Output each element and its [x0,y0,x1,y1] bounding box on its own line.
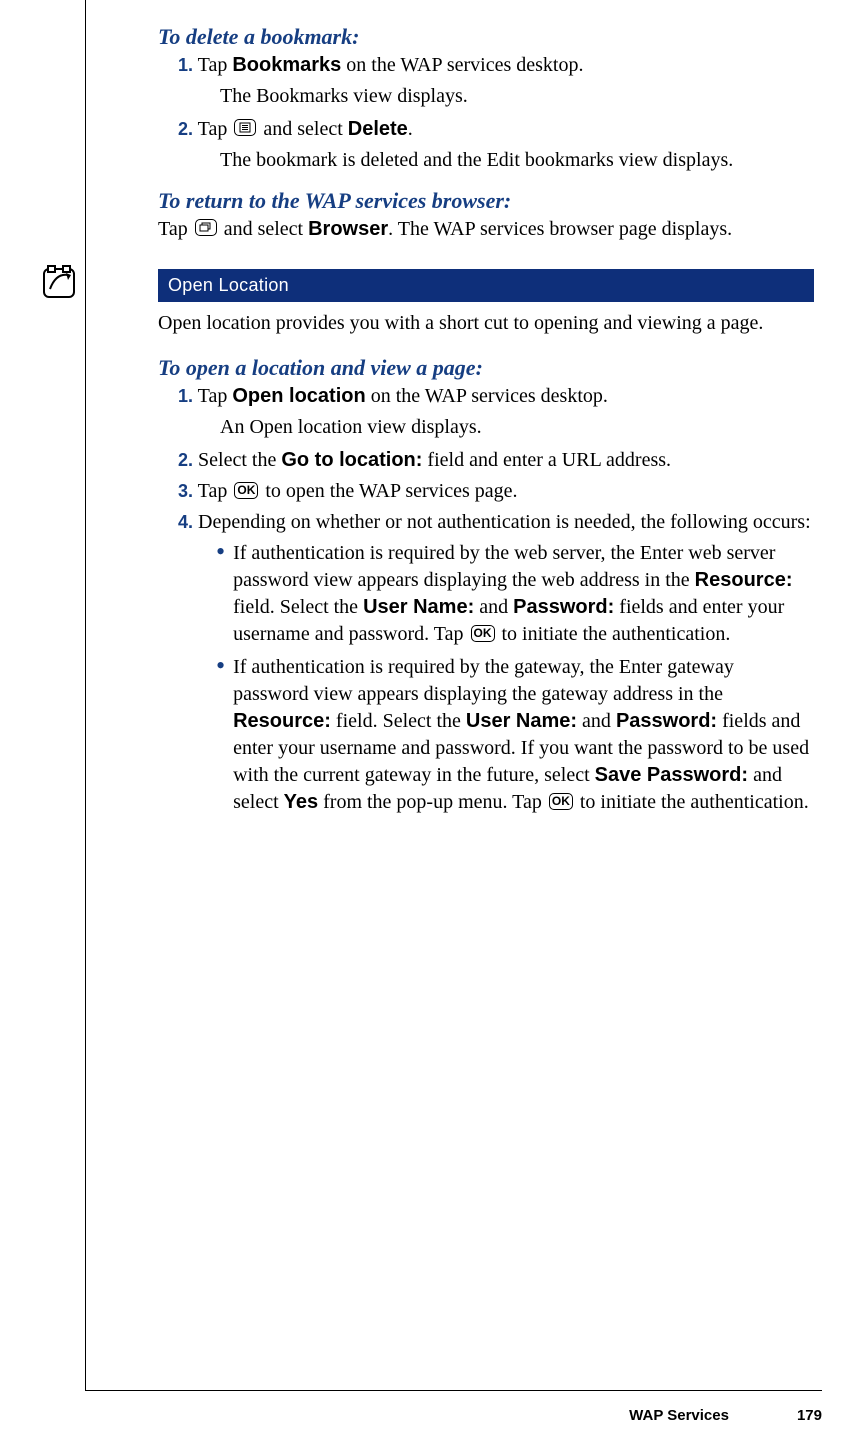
step-text: on the WAP services desktop. [341,54,583,76]
subheading-return-browser: To return to the WAP services browser: [158,188,814,214]
ok-button-icon: OK [471,625,495,642]
ui-label-goto-location: Go to location: [281,449,422,471]
step-number: 2. [178,450,193,470]
step-1: 1. Tap Bookmarks on the WAP services des… [178,52,814,79]
step-3: 3. Tap OK to open the WAP services page. [178,478,814,505]
text: Depending on whether or not authenticati… [193,511,811,533]
step-2-result: The bookmark is deleted and the Edit boo… [220,147,814,174]
bullet-web-server-auth: • If authentication is required by the w… [216,540,814,648]
page-footer: WAP Services 179 [629,1407,822,1424]
text: Tap [193,385,232,407]
bullet-gateway-auth: • If authentication is required by the g… [216,654,814,816]
ui-label-delete: Delete [348,118,408,140]
footer-chapter: WAP Services [629,1407,729,1424]
step-number: 1. [178,386,193,406]
section-heading-text: Open Location [168,275,289,295]
text: . The WAP services browser page displays… [388,218,732,240]
step-text: and select [258,118,347,140]
step-2: 2. Tap and select Delete. [178,116,814,143]
step-text: Tap [193,54,232,76]
step-1: 1. Tap Open location on the WAP services… [178,383,814,410]
subheading-delete-bookmark: To delete a bookmark: [158,24,814,50]
text: field. Select the [233,596,363,618]
ui-label-resource: Resource: [233,710,331,732]
footer-page-number: 179 [797,1407,822,1424]
note-margin-icon [40,263,82,305]
open-location-intro: Open location provides you with a short … [158,310,814,337]
return-browser-para: Tap and select Browser. The WAP services… [158,216,814,243]
step-number: 3. [178,481,193,501]
text: field and enter a URL address. [422,449,671,471]
ui-label-resource: Resource: [695,569,793,591]
ok-button-icon: OK [549,793,573,810]
page-content-frame: To delete a bookmark: 1. Tap Bookmarks o… [85,0,822,1391]
text: Tap [193,480,232,502]
subheading-open-location-steps: To open a location and view a page: [158,355,814,381]
ui-label-save-password: Save Password: [595,764,748,786]
bullet-icon: • [216,656,225,676]
step-4: 4. Depending on whether or not authentic… [178,509,814,536]
text: to initiate the authentication. [575,791,809,813]
step-text: Tap [193,118,232,140]
step-text: . [408,118,413,140]
menu-list-icon [234,119,256,136]
ui-label-password: Password: [616,710,717,732]
step-number: 2. [178,119,193,139]
step-2: 2. Select the Go to location: field and … [178,447,814,474]
text: from the pop-up menu. Tap [318,791,547,813]
ui-label-browser: Browser [308,218,388,240]
bullet-icon: • [216,542,225,562]
text: and [474,596,513,618]
step-number: 1. [178,55,193,75]
text: to open the WAP services page. [260,480,517,502]
section-heading-open-location: Open Location [158,269,814,302]
ui-label-username: User Name: [466,710,577,732]
ok-button-icon: OK [234,482,258,499]
text: to initiate the authentication. [497,623,731,645]
ui-label-password: Password: [513,596,614,618]
text: and select [219,218,308,240]
step-1-result: An Open location view displays. [220,414,814,441]
step-1-result: The Bookmarks view displays. [220,83,814,110]
text: field. Select the [331,710,466,732]
text: If authentication is required by the gat… [233,656,734,705]
ui-label-bookmarks: Bookmarks [232,54,341,76]
text: Tap [158,218,193,240]
text: and [577,710,616,732]
app-switch-icon [195,219,217,236]
ui-label-yes: Yes [284,791,318,813]
text: on the WAP services desktop. [366,385,608,407]
step-number: 4. [178,512,193,532]
ui-label-open-location: Open location [232,385,365,407]
ui-label-username: User Name: [363,596,474,618]
text: Select the [193,449,281,471]
